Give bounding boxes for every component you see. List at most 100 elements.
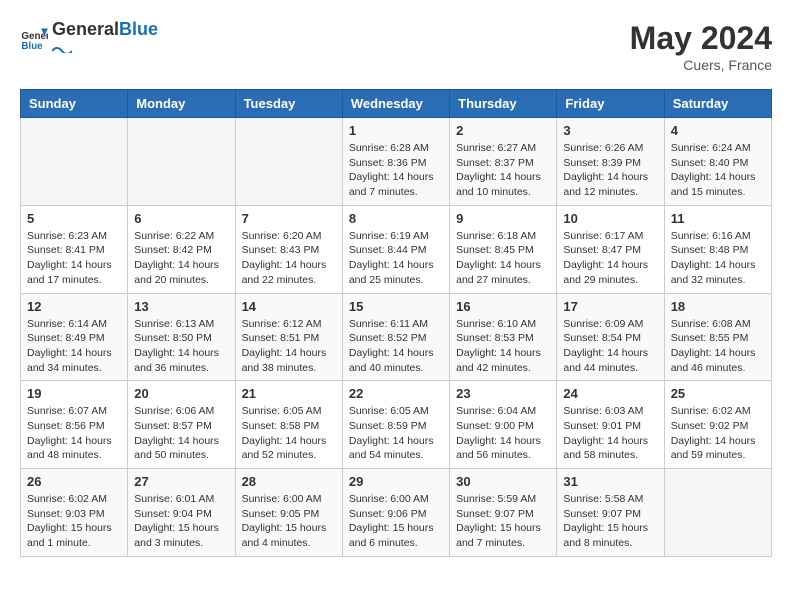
day-sun-info: Sunrise: 6:28 AM Sunset: 8:36 PM Dayligh…: [349, 141, 443, 200]
day-sun-info: Sunrise: 6:07 AM Sunset: 8:56 PM Dayligh…: [27, 404, 121, 463]
day-sun-info: Sunrise: 6:03 AM Sunset: 9:01 PM Dayligh…: [563, 404, 657, 463]
calendar-cell: 31 Sunrise: 5:58 AM Sunset: 9:07 PM Dayli…: [557, 469, 664, 557]
calendar-header-row: SundayMondayTuesdayWednesdayThursdayFrid…: [21, 90, 772, 118]
day-number: 15: [349, 299, 443, 314]
day-number: 18: [671, 299, 765, 314]
svg-text:Blue: Blue: [21, 41, 43, 52]
calendar-cell: 4 Sunrise: 6:24 AM Sunset: 8:40 PM Daylig…: [664, 118, 771, 206]
day-sun-info: Sunrise: 6:02 AM Sunset: 9:03 PM Dayligh…: [27, 492, 121, 551]
day-number: 17: [563, 299, 657, 314]
calendar-cell: 13Sunrise: 6:13 AM Sunset: 8:50 PM Dayli…: [128, 293, 235, 381]
day-number: 28: [242, 474, 336, 489]
day-number: 11: [671, 211, 765, 226]
day-number: 6: [134, 211, 228, 226]
calendar-cell: [21, 118, 128, 206]
day-of-week-header: Thursday: [450, 90, 557, 118]
day-number: 24: [563, 386, 657, 401]
day-number: 4: [671, 123, 765, 138]
calendar-cell: 16Sunrise: 6:10 AM Sunset: 8:53 PM Dayli…: [450, 293, 557, 381]
calendar-cell: 9 Sunrise: 6:18 AM Sunset: 8:45 PM Daylig…: [450, 205, 557, 293]
day-sun-info: Sunrise: 6:00 AM Sunset: 9:05 PM Dayligh…: [242, 492, 336, 551]
day-sun-info: Sunrise: 6:11 AM Sunset: 8:52 PM Dayligh…: [349, 317, 443, 376]
day-number: 9: [456, 211, 550, 226]
day-number: 27: [134, 474, 228, 489]
day-number: 30: [456, 474, 550, 489]
logo-icon: General Blue: [20, 25, 48, 53]
day-sun-info: Sunrise: 6:27 AM Sunset: 8:37 PM Dayligh…: [456, 141, 550, 200]
calendar-cell: 30 Sunrise: 5:59 AM Sunset: 9:07 PM Dayli…: [450, 469, 557, 557]
calendar-cell: 10Sunrise: 6:17 AM Sunset: 8:47 PM Dayli…: [557, 205, 664, 293]
day-sun-info: Sunrise: 6:13 AM Sunset: 8:50 PM Dayligh…: [134, 317, 228, 376]
day-sun-info: Sunrise: 6:08 AM Sunset: 8:55 PM Dayligh…: [671, 317, 765, 376]
calendar-body: 1 Sunrise: 6:28 AM Sunset: 8:36 PM Daylig…: [21, 118, 772, 557]
day-sun-info: Sunrise: 6:23 AM Sunset: 8:41 PM Dayligh…: [27, 229, 121, 288]
day-number: 3: [563, 123, 657, 138]
calendar-table: SundayMondayTuesdayWednesdayThursdayFrid…: [20, 89, 772, 557]
day-number: 22: [349, 386, 443, 401]
day-sun-info: Sunrise: 6:04 AM Sunset: 9:00 PM Dayligh…: [456, 404, 550, 463]
day-of-week-header: Tuesday: [235, 90, 342, 118]
day-sun-info: Sunrise: 6:20 AM Sunset: 8:43 PM Dayligh…: [242, 229, 336, 288]
day-number: 1: [349, 123, 443, 138]
day-number: 29: [349, 474, 443, 489]
title-block: May 2024 Cuers, France: [630, 20, 772, 73]
calendar-cell: 18 Sunrise: 6:08 AM Sunset: 8:55 PM Dayli…: [664, 293, 771, 381]
calendar-week-row: 19 Sunrise: 6:07 AM Sunset: 8:56 PM Dayli…: [21, 381, 772, 469]
calendar-cell: 5 Sunrise: 6:23 AM Sunset: 8:41 PM Daylig…: [21, 205, 128, 293]
day-number: 5: [27, 211, 121, 226]
day-sun-info: Sunrise: 5:58 AM Sunset: 9:07 PM Dayligh…: [563, 492, 657, 551]
day-number: 23: [456, 386, 550, 401]
day-of-week-header: Friday: [557, 90, 664, 118]
calendar-cell: 25Sunrise: 6:02 AM Sunset: 9:02 PM Dayli…: [664, 381, 771, 469]
page-header: General Blue GeneralBlue May 2024 Cuers,…: [20, 20, 772, 73]
calendar-cell: [664, 469, 771, 557]
day-number: 2: [456, 123, 550, 138]
day-sun-info: Sunrise: 6:14 AM Sunset: 8:49 PM Dayligh…: [27, 317, 121, 376]
calendar-cell: 12 Sunrise: 6:14 AM Sunset: 8:49 PM Dayli…: [21, 293, 128, 381]
day-sun-info: Sunrise: 6:12 AM Sunset: 8:51 PM Dayligh…: [242, 317, 336, 376]
calendar-cell: 28 Sunrise: 6:00 AM Sunset: 9:05 PM Dayli…: [235, 469, 342, 557]
calendar-cell: 11Sunrise: 6:16 AM Sunset: 8:48 PM Dayli…: [664, 205, 771, 293]
calendar-cell: 27Sunrise: 6:01 AM Sunset: 9:04 PM Dayli…: [128, 469, 235, 557]
day-number: 21: [242, 386, 336, 401]
calendar-cell: 15 Sunrise: 6:11 AM Sunset: 8:52 PM Dayli…: [342, 293, 449, 381]
day-of-week-header: Wednesday: [342, 90, 449, 118]
calendar-cell: 14 Sunrise: 6:12 AM Sunset: 8:51 PM Dayli…: [235, 293, 342, 381]
day-number: 31: [563, 474, 657, 489]
day-sun-info: Sunrise: 6:19 AM Sunset: 8:44 PM Dayligh…: [349, 229, 443, 288]
day-number: 25: [671, 386, 765, 401]
logo: General Blue GeneralBlue: [20, 20, 158, 58]
calendar-cell: 1 Sunrise: 6:28 AM Sunset: 8:36 PM Daylig…: [342, 118, 449, 206]
day-sun-info: Sunrise: 6:05 AM Sunset: 8:58 PM Dayligh…: [242, 404, 336, 463]
day-sun-info: Sunrise: 6:05 AM Sunset: 8:59 PM Dayligh…: [349, 404, 443, 463]
calendar-cell: [235, 118, 342, 206]
day-of-week-header: Sunday: [21, 90, 128, 118]
day-sun-info: Sunrise: 6:22 AM Sunset: 8:42 PM Dayligh…: [134, 229, 228, 288]
day-number: 14: [242, 299, 336, 314]
calendar-cell: 20 Sunrise: 6:06 AM Sunset: 8:57 PM Dayli…: [128, 381, 235, 469]
day-number: 7: [242, 211, 336, 226]
day-number: 26: [27, 474, 121, 489]
calendar-cell: 24 Sunrise: 6:03 AM Sunset: 9:01 PM Dayli…: [557, 381, 664, 469]
day-sun-info: Sunrise: 6:06 AM Sunset: 8:57 PM Dayligh…: [134, 404, 228, 463]
day-number: 19: [27, 386, 121, 401]
month-year-title: May 2024: [630, 20, 772, 57]
day-number: 20: [134, 386, 228, 401]
day-sun-info: Sunrise: 6:24 AM Sunset: 8:40 PM Dayligh…: [671, 141, 765, 200]
day-sun-info: Sunrise: 5:59 AM Sunset: 9:07 PM Dayligh…: [456, 492, 550, 551]
day-sun-info: Sunrise: 6:26 AM Sunset: 8:39 PM Dayligh…: [563, 141, 657, 200]
day-sun-info: Sunrise: 6:09 AM Sunset: 8:54 PM Dayligh…: [563, 317, 657, 376]
calendar-cell: 6 Sunrise: 6:22 AM Sunset: 8:42 PM Daylig…: [128, 205, 235, 293]
calendar-cell: 26 Sunrise: 6:02 AM Sunset: 9:03 PM Dayli…: [21, 469, 128, 557]
day-sun-info: Sunrise: 6:00 AM Sunset: 9:06 PM Dayligh…: [349, 492, 443, 551]
day-number: 16: [456, 299, 550, 314]
day-number: 12: [27, 299, 121, 314]
calendar-cell: [128, 118, 235, 206]
day-of-week-header: Monday: [128, 90, 235, 118]
day-sun-info: Sunrise: 6:18 AM Sunset: 8:45 PM Dayligh…: [456, 229, 550, 288]
calendar-cell: 8Sunrise: 6:19 AM Sunset: 8:44 PM Daylig…: [342, 205, 449, 293]
calendar-week-row: 1 Sunrise: 6:28 AM Sunset: 8:36 PM Daylig…: [21, 118, 772, 206]
calendar-cell: 23 Sunrise: 6:04 AM Sunset: 9:00 PM Dayli…: [450, 381, 557, 469]
calendar-cell: 19 Sunrise: 6:07 AM Sunset: 8:56 PM Dayli…: [21, 381, 128, 469]
day-of-week-header: Saturday: [664, 90, 771, 118]
